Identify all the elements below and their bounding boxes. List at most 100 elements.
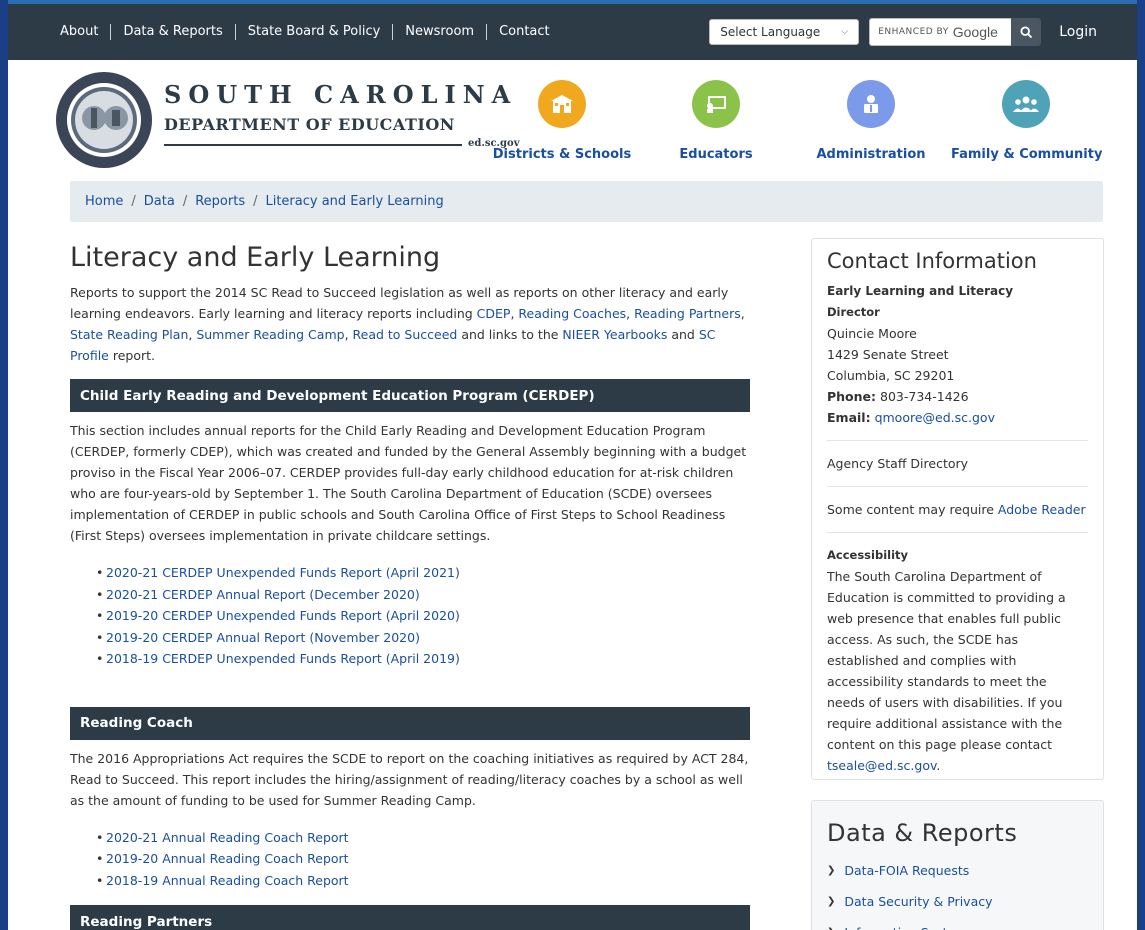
list-item: 2020-21 CERDEP Annual Report (December 2…: [96, 584, 750, 606]
window-frame-right: [1137, 0, 1145, 930]
summer-reading-camp-link[interactable]: Summer Reading Camp: [196, 327, 344, 342]
search-brand-label: Google: [952, 24, 998, 40]
contact-phone-row: Phone: 803-734-1426: [827, 386, 1088, 407]
admin-person-icon: [847, 80, 895, 128]
intro-text: report.: [108, 348, 155, 363]
accessibility-body: The South Carolina Department of Educati…: [827, 566, 1088, 776]
report-link[interactable]: 2019-20 CERDEP Unexpended Funds Report (…: [106, 608, 460, 623]
chevron-right-icon: ❯: [827, 896, 836, 907]
state-seal-icon: [56, 72, 152, 168]
reading-partners-link[interactable]: Reading Partners: [634, 306, 741, 321]
phone-label: Phone:: [827, 389, 877, 404]
category-label: Districts & Schools: [492, 147, 632, 162]
category-label: Administration: [816, 147, 926, 162]
section-heading-reading-coach: Reading Coach: [70, 706, 750, 740]
report-link[interactable]: 2020-21 CERDEP Unexpended Funds Report (…: [106, 565, 460, 580]
breadcrumb-data-link[interactable]: Data: [144, 194, 175, 209]
data-reports-title: Data & Reports: [827, 819, 1018, 847]
accessibility-text: The South Carolina Department of Educati…: [827, 569, 1066, 752]
data-security-privacy-link[interactable]: ❯ Data Security & Privacy: [827, 886, 1088, 917]
breadcrumb-separator: /: [253, 194, 258, 209]
category-family-community[interactable]: Family & Community: [951, 80, 1103, 162]
list-item: 2018-19 Annual Reading Coach Report: [96, 870, 750, 892]
search-input[interactable]: ENHANCED BY Google: [869, 18, 1012, 46]
data-reports-item-label: Data-FOIA Requests: [844, 863, 970, 878]
information-systems-link[interactable]: ❯ Information Systems: [827, 917, 1088, 930]
contact-street: 1429 Senate Street: [827, 347, 949, 362]
adobe-reader-link[interactable]: Adobe Reader: [998, 502, 1086, 517]
list-item: 2018-19 CERDEP Unexpended Funds Report (…: [96, 648, 750, 670]
report-link[interactable]: 2019-20 CERDEP Annual Report (November 2…: [106, 630, 420, 645]
main-content: Literacy and Early Learning Reports to s…: [70, 238, 750, 930]
breadcrumb-home-link[interactable]: Home: [85, 194, 123, 209]
section-heading-cerdep: Child Early Reading and Development Educ…: [70, 379, 750, 412]
window-frame-left: [0, 0, 8, 930]
category-administration[interactable]: Administration: [796, 80, 946, 162]
contact-information-panel: Contact Information Early Learning and L…: [811, 238, 1104, 780]
report-link[interactable]: 2018-19 Annual Reading Coach Report: [106, 873, 349, 888]
breadcrumb: Home / Data / Reports / Literacy and Ear…: [70, 181, 1103, 222]
page-title: Literacy and Early Learning: [70, 242, 441, 273]
logo-title-line2: DEPARTMENT OF EDUCATION: [164, 115, 455, 134]
divider: [827, 440, 1088, 441]
category-label: Educators: [679, 147, 753, 162]
logo-divider: [164, 144, 462, 146]
nav-newsroom-link[interactable]: Newsroom: [393, 24, 488, 40]
nav-about-link[interactable]: About: [54, 24, 112, 40]
nav-data-reports-link[interactable]: Data & Reports: [111, 24, 236, 40]
top-navigation-bar: About Data & Reports State Board & Polic…: [8, 0, 1137, 60]
sc-department-logo[interactable]: SOUTH CAROLINA DEPARTMENT OF EDUCATION e…: [56, 72, 520, 168]
breadcrumb-current-link[interactable]: Literacy and Early Learning: [265, 194, 443, 209]
nieer-yearbooks-link[interactable]: NIEER Yearbooks: [562, 327, 667, 342]
search-button[interactable]: [1011, 18, 1042, 46]
data-reports-panel: Data & Reports ❯ Data-FOIA Requests ❯ Data…: [811, 800, 1104, 930]
contact-office: Early Learning and Literacy: [827, 284, 1014, 298]
data-reports-item-label: Data Security & Privacy: [844, 894, 993, 909]
teacher-board-icon: [692, 80, 740, 128]
search-icon: [1020, 25, 1032, 38]
category-districts-schools[interactable]: Districts & Schools: [487, 80, 637, 162]
breadcrumb-separator: /: [182, 194, 188, 209]
divider: [827, 486, 1088, 487]
chevron-down-icon: ⌵: [841, 27, 849, 37]
staff-directory-link[interactable]: Agency Staff Directory: [827, 453, 1088, 474]
login-link[interactable]: Login: [1059, 24, 1097, 40]
state-reading-plan-link[interactable]: State Reading Plan: [70, 327, 188, 342]
language-select-label: Select Language: [720, 25, 821, 39]
page: About Data & Reports State Board & Polic…: [8, 0, 1137, 930]
data-reports-list: ❯ Data-FOIA Requests ❯ Data Security & Pri…: [827, 855, 1088, 930]
site-header: SOUTH CAROLINA DEPARTMENT OF EDUCATION e…: [8, 60, 1137, 176]
contact-city: Columbia, SC 29201: [827, 368, 955, 383]
contact-email-row: Email: qmoore@ed.sc.gov: [827, 407, 1088, 428]
reader-text: Some content may require: [827, 502, 998, 517]
top-right-tools: Select Language ⌵ ENHANCED BY Google Log…: [709, 18, 1097, 46]
nav-state-board-policy-link[interactable]: State Board & Policy: [236, 24, 394, 40]
read-to-succeed-link[interactable]: Read to Succeed: [353, 327, 458, 342]
language-select[interactable]: Select Language ⌵: [709, 19, 860, 45]
nav-contact-link[interactable]: Contact: [487, 24, 562, 40]
accessibility-title: Accessibility: [827, 548, 909, 562]
list-item: 2019-20 CERDEP Unexpended Funds Report (…: [96, 605, 750, 627]
reading-coach-report-list: 2020-21 Annual Reading Coach Report 2019…: [96, 827, 750, 892]
cdep-link[interactable]: CDEP: [477, 306, 511, 321]
data-reports-item-label: Information Systems: [844, 917, 973, 930]
category-educators[interactable]: Educators: [641, 80, 791, 162]
report-link[interactable]: 2018-19 CERDEP Unexpended Funds Report (…: [106, 651, 460, 666]
report-link[interactable]: 2020-21 CERDEP Annual Report (December 2…: [106, 587, 420, 602]
intro-text: Reports to support the 2014 SC Read to S…: [70, 285, 729, 321]
logo-title-line1: SOUTH CAROLINA: [164, 80, 518, 109]
list-item: 2020-21 Annual Reading Coach Report: [96, 827, 750, 849]
list-item: 2019-20 CERDEP Annual Report (November 2…: [96, 627, 750, 649]
data-foia-requests-link[interactable]: ❯ Data-FOIA Requests: [827, 855, 1088, 886]
chevron-right-icon: ❯: [827, 865, 836, 876]
contact-name: Quincie Moore: [827, 326, 917, 341]
accessibility-email-link[interactable]: tseale@ed.sc.gov: [827, 758, 936, 773]
reading-coaches-link[interactable]: Reading Coaches: [518, 306, 626, 321]
breadcrumb-reports-link[interactable]: Reports: [195, 194, 245, 209]
report-link[interactable]: 2019-20 Annual Reading Coach Report: [106, 851, 349, 866]
intro-paragraph: Reports to support the 2014 SC Read to S…: [70, 285, 745, 363]
contact-title: Contact Information: [827, 249, 1037, 273]
category-label: Family & Community: [951, 147, 1103, 162]
report-link[interactable]: 2020-21 Annual Reading Coach Report: [106, 830, 349, 845]
contact-email-link[interactable]: qmoore@ed.sc.gov: [875, 410, 995, 425]
